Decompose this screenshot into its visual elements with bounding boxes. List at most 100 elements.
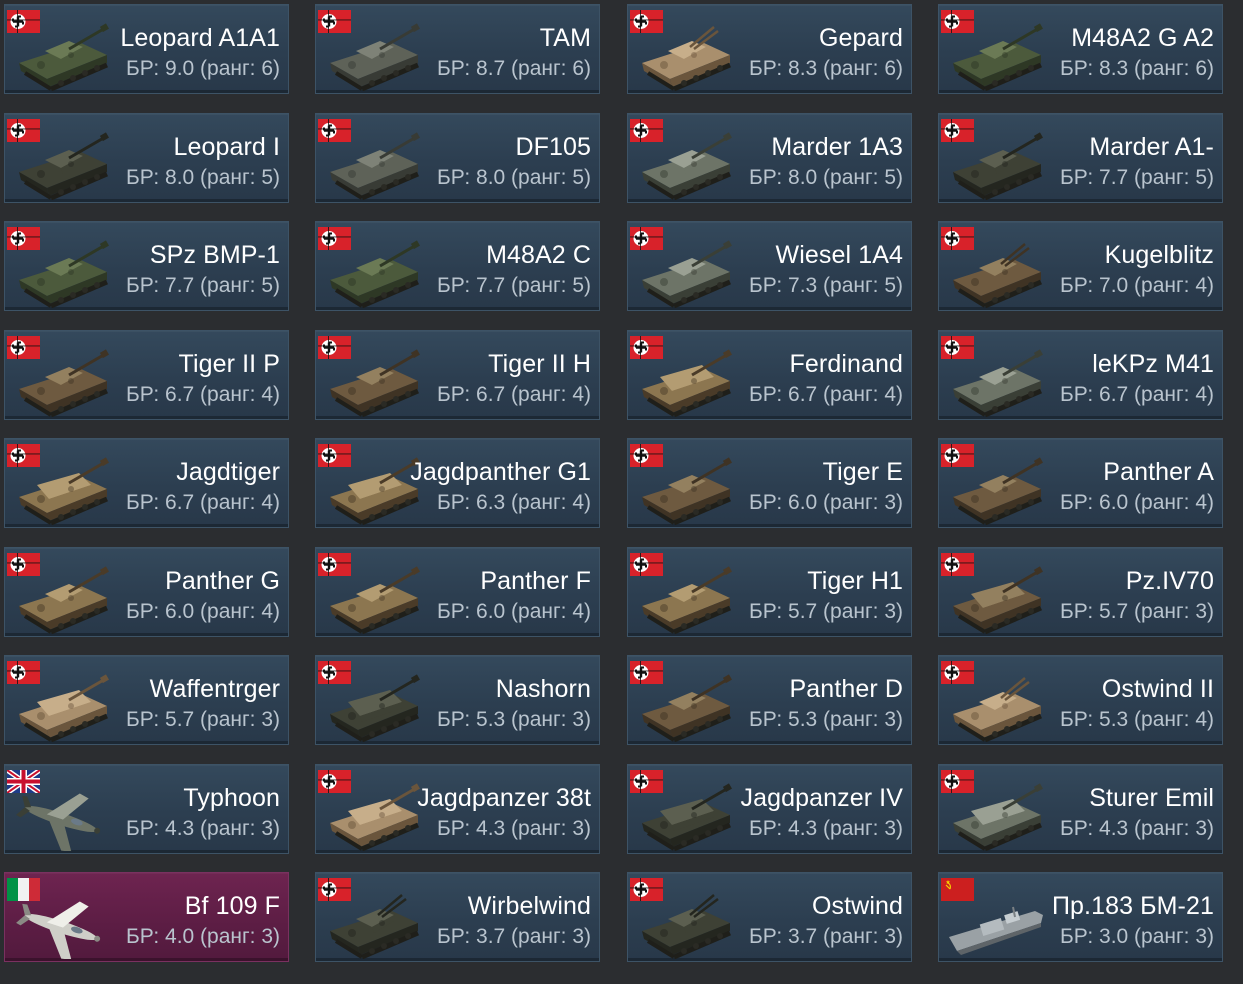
vehicle-name: Panther G	[165, 567, 280, 595]
battle-rating: БР: 4.0 (ранг: 3)	[126, 925, 280, 948]
vehicle-card[interactable]: leKPz M41 БР: 6.7 (ранг: 4)	[938, 330, 1223, 420]
battle-rating: БР: 8.0 (ранг: 5)	[749, 166, 903, 189]
vehicle-card[interactable]: Ostwind БР: 3.7 (ранг: 3)	[627, 872, 912, 962]
battle-rating: БР: 8.7 (ранг: 6)	[437, 57, 591, 80]
tank-icon	[330, 23, 420, 91]
battle-rating: БР: 7.7 (ранг: 5)	[1060, 166, 1214, 189]
battle-rating: БР: 6.0 (ранг: 4)	[1060, 491, 1214, 514]
vehicle-card[interactable]: Panther G БР: 6.0 (ранг: 4)	[4, 547, 289, 637]
vehicle-name: Panther D	[789, 675, 903, 703]
td-icon	[330, 783, 420, 851]
vehicle-name: M48A2 C	[486, 241, 591, 269]
plane-icon	[16, 901, 101, 959]
vehicle-name: DF105	[515, 133, 591, 161]
battle-rating: БР: 4.3 (ранг: 3)	[749, 817, 903, 840]
vehicle-card[interactable]: Marder A1- БР: 7.7 (ранг: 5)	[938, 113, 1223, 203]
vehicle-card[interactable]: Nashorn БР: 5.3 (ранг: 3)	[315, 655, 600, 745]
vehicle-name: Gepard	[819, 24, 903, 52]
battle-rating: БР: 6.7 (ранг: 4)	[1060, 383, 1214, 406]
battle-rating: БР: 6.7 (ранг: 4)	[749, 383, 903, 406]
battle-rating: БР: 5.3 (ранг: 3)	[749, 708, 903, 731]
vehicle-card[interactable]: TAM БР: 8.7 (ранг: 6)	[315, 4, 600, 94]
vehicle-name: M48A2 G A2	[1071, 24, 1214, 52]
spaa-icon	[642, 894, 731, 959]
tank-icon	[953, 23, 1043, 91]
battle-rating: БР: 4.3 (ранг: 3)	[1060, 817, 1214, 840]
battle-rating: БР: 9.0 (ранг: 6)	[126, 57, 280, 80]
vehicle-card[interactable]: Panther F БР: 6.0 (ранг: 4)	[315, 547, 600, 637]
vehicle-name: Wirbelwind	[467, 892, 591, 920]
vehicle-card[interactable]: Jagdpanther G1 БР: 6.3 (ранг: 4)	[315, 438, 600, 528]
vehicle-card[interactable]: Gepard БР: 8.3 (ранг: 6)	[627, 4, 912, 94]
vehicle-card[interactable]: DF105 БР: 8.0 (ранг: 5)	[315, 113, 600, 203]
vehicle-card[interactable]: Leopard A1A1 БР: 9.0 (ранг: 6)	[4, 4, 289, 94]
spaa-icon	[953, 243, 1042, 308]
vehicle-card[interactable]: Panther A БР: 6.0 (ранг: 4)	[938, 438, 1223, 528]
battle-rating: БР: 6.7 (ранг: 4)	[126, 491, 280, 514]
vehicle-name: Nashorn	[495, 675, 591, 703]
vehicle-card[interactable]: SPz BMP-1 БР: 7.7 (ранг: 5)	[4, 221, 289, 311]
vehicle-card[interactable]: Wiesel 1A4 БР: 7.3 (ранг: 5)	[627, 221, 912, 311]
td-icon	[953, 566, 1043, 634]
vehicle-card[interactable]: Jagdtiger БР: 6.7 (ранг: 4)	[4, 438, 289, 528]
vehicle-card[interactable]: Typhoon БР: 4.3 (ранг: 3)	[4, 764, 289, 854]
tank-icon	[330, 240, 420, 308]
vehicle-name: Tiger H1	[807, 567, 903, 595]
battle-rating: БР: 7.7 (ранг: 5)	[437, 274, 591, 297]
ifv-icon	[19, 240, 109, 308]
battle-rating: БР: 6.7 (ранг: 4)	[126, 383, 280, 406]
td-icon	[330, 457, 420, 525]
tank-icon	[642, 674, 732, 742]
td-icon	[19, 674, 109, 742]
vehicle-name: Jagdpanzer IV	[740, 784, 903, 812]
tank-icon	[330, 566, 420, 634]
battle-rating: БР: 8.3 (ранг: 6)	[1060, 57, 1214, 80]
battle-rating: БР: 7.7 (ранг: 5)	[126, 274, 280, 297]
vehicle-name: Leopard I	[173, 133, 280, 161]
tank-icon	[19, 132, 109, 200]
vehicle-card[interactable]: Wirbelwind БР: 3.7 (ранг: 3)	[315, 872, 600, 962]
td-icon	[642, 783, 732, 851]
vehicle-card[interactable]: Tiger H1 БР: 5.7 (ранг: 3)	[627, 547, 912, 637]
vehicle-card[interactable]: Ferdinand БР: 6.7 (ранг: 4)	[627, 330, 912, 420]
battle-rating: БР: 3.0 (ранг: 3)	[1060, 925, 1214, 948]
battle-rating: БР: 7.3 (ранг: 5)	[749, 274, 903, 297]
vehicle-card[interactable]: Leopard I БР: 8.0 (ранг: 5)	[4, 113, 289, 203]
boat-icon	[949, 906, 1043, 955]
vehicle-card[interactable]: Tiger E БР: 6.0 (ранг: 3)	[627, 438, 912, 528]
vehicle-card[interactable]: M48A2 C БР: 7.7 (ранг: 5)	[315, 221, 600, 311]
tank-icon	[642, 566, 732, 634]
plane-icon	[16, 793, 101, 851]
vehicle-card[interactable]: Jagdpanzer 38t БР: 4.3 (ранг: 3)	[315, 764, 600, 854]
battle-rating: БР: 3.7 (ранг: 3)	[437, 925, 591, 948]
vehicle-grid: Leopard A1A1 БР: 9.0 (ранг: 6) TAM БР: 8.7 …	[0, 0, 1243, 984]
vehicle-card[interactable]: Ostwind II БР: 5.3 (ранг: 4)	[938, 655, 1223, 745]
vehicle-name: Jagdpanther G1	[410, 458, 591, 486]
tank-icon	[19, 23, 109, 91]
vehicle-card[interactable]: Kugelblitz БР: 7.0 (ранг: 4)	[938, 221, 1223, 311]
vehicle-name: SPz BMP-1	[149, 241, 280, 269]
vehicle-card[interactable]: Jagdpanzer IV БР: 4.3 (ранг: 3)	[627, 764, 912, 854]
td-icon	[330, 674, 420, 742]
vehicle-card[interactable]: Pz.IV70 БР: 5.7 (ранг: 3)	[938, 547, 1223, 637]
battle-rating: БР: 5.3 (ранг: 3)	[437, 708, 591, 731]
vehicle-card[interactable]: Sturer Emil БР: 4.3 (ранг: 3)	[938, 764, 1223, 854]
battle-rating: БР: 4.3 (ранг: 3)	[437, 817, 591, 840]
vehicle-name: Panther F	[480, 567, 591, 595]
vehicle-name: Ostwind II	[1101, 675, 1214, 703]
vehicle-card[interactable]: Tiger II H БР: 6.7 (ранг: 4)	[315, 330, 600, 420]
vehicle-card[interactable]: Panther D БР: 5.3 (ранг: 3)	[627, 655, 912, 745]
vehicle-card[interactable]: Tiger II P БР: 6.7 (ранг: 4)	[4, 330, 289, 420]
spaa-icon	[330, 894, 419, 959]
vehicle-card[interactable]: Bf 109 F БР: 4.0 (ранг: 3)	[4, 872, 289, 962]
vehicle-name: Wiesel 1A4	[775, 241, 903, 269]
vehicle-card[interactable]: M48A2 G A2 БР: 8.3 (ранг: 6)	[938, 4, 1223, 94]
vehicle-card[interactable]: Пр.183 БМ-21 БР: 3.0 (ранг: 3)	[938, 872, 1223, 962]
vehicle-card[interactable]: Waffentrger БР: 5.7 (ранг: 3)	[4, 655, 289, 745]
vehicle-name: Tiger E	[822, 458, 903, 486]
vehicle-card[interactable]: Marder 1A3 БР: 8.0 (ранг: 5)	[627, 113, 912, 203]
tank-icon	[330, 349, 420, 417]
tank-icon	[953, 457, 1043, 525]
spaa-icon	[953, 677, 1042, 742]
vehicle-name: Typhoon	[183, 784, 280, 812]
